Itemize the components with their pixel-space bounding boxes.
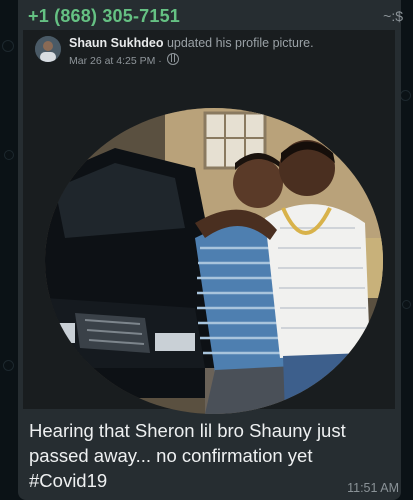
post-date[interactable]: Mar 26 at 4:25 PM — [69, 55, 155, 67]
sender-phone[interactable]: +1 (868) 305-7151 — [28, 6, 180, 27]
author-name[interactable]: Shaun Sukhdeo — [69, 36, 163, 50]
caption-hashtag[interactable]: #Covid19 — [29, 468, 359, 493]
post-header: Shaun Sukhdeo updated his profile pictur… — [69, 36, 314, 50]
caption-line: passed away... no confirmation yet — [29, 445, 313, 466]
globe-icon — [166, 53, 179, 65]
message-caption: Hearing that Sheron lil bro Shauny just … — [29, 418, 359, 493]
sender-alias: ~:$ — [383, 8, 403, 24]
profile-photo[interactable] — [45, 108, 383, 414]
post-meta: Mar 26 at 4:25 PM · — [69, 53, 179, 67]
author-avatar[interactable] — [35, 36, 61, 62]
post-action: updated his profile picture. — [166, 36, 314, 50]
profile-photo-illustration — [45, 108, 383, 414]
message-timestamp: 11:51 AM — [347, 481, 399, 495]
caption-line: Hearing that Sheron lil bro Shauny just — [29, 420, 346, 441]
meta-separator: · — [158, 55, 162, 67]
